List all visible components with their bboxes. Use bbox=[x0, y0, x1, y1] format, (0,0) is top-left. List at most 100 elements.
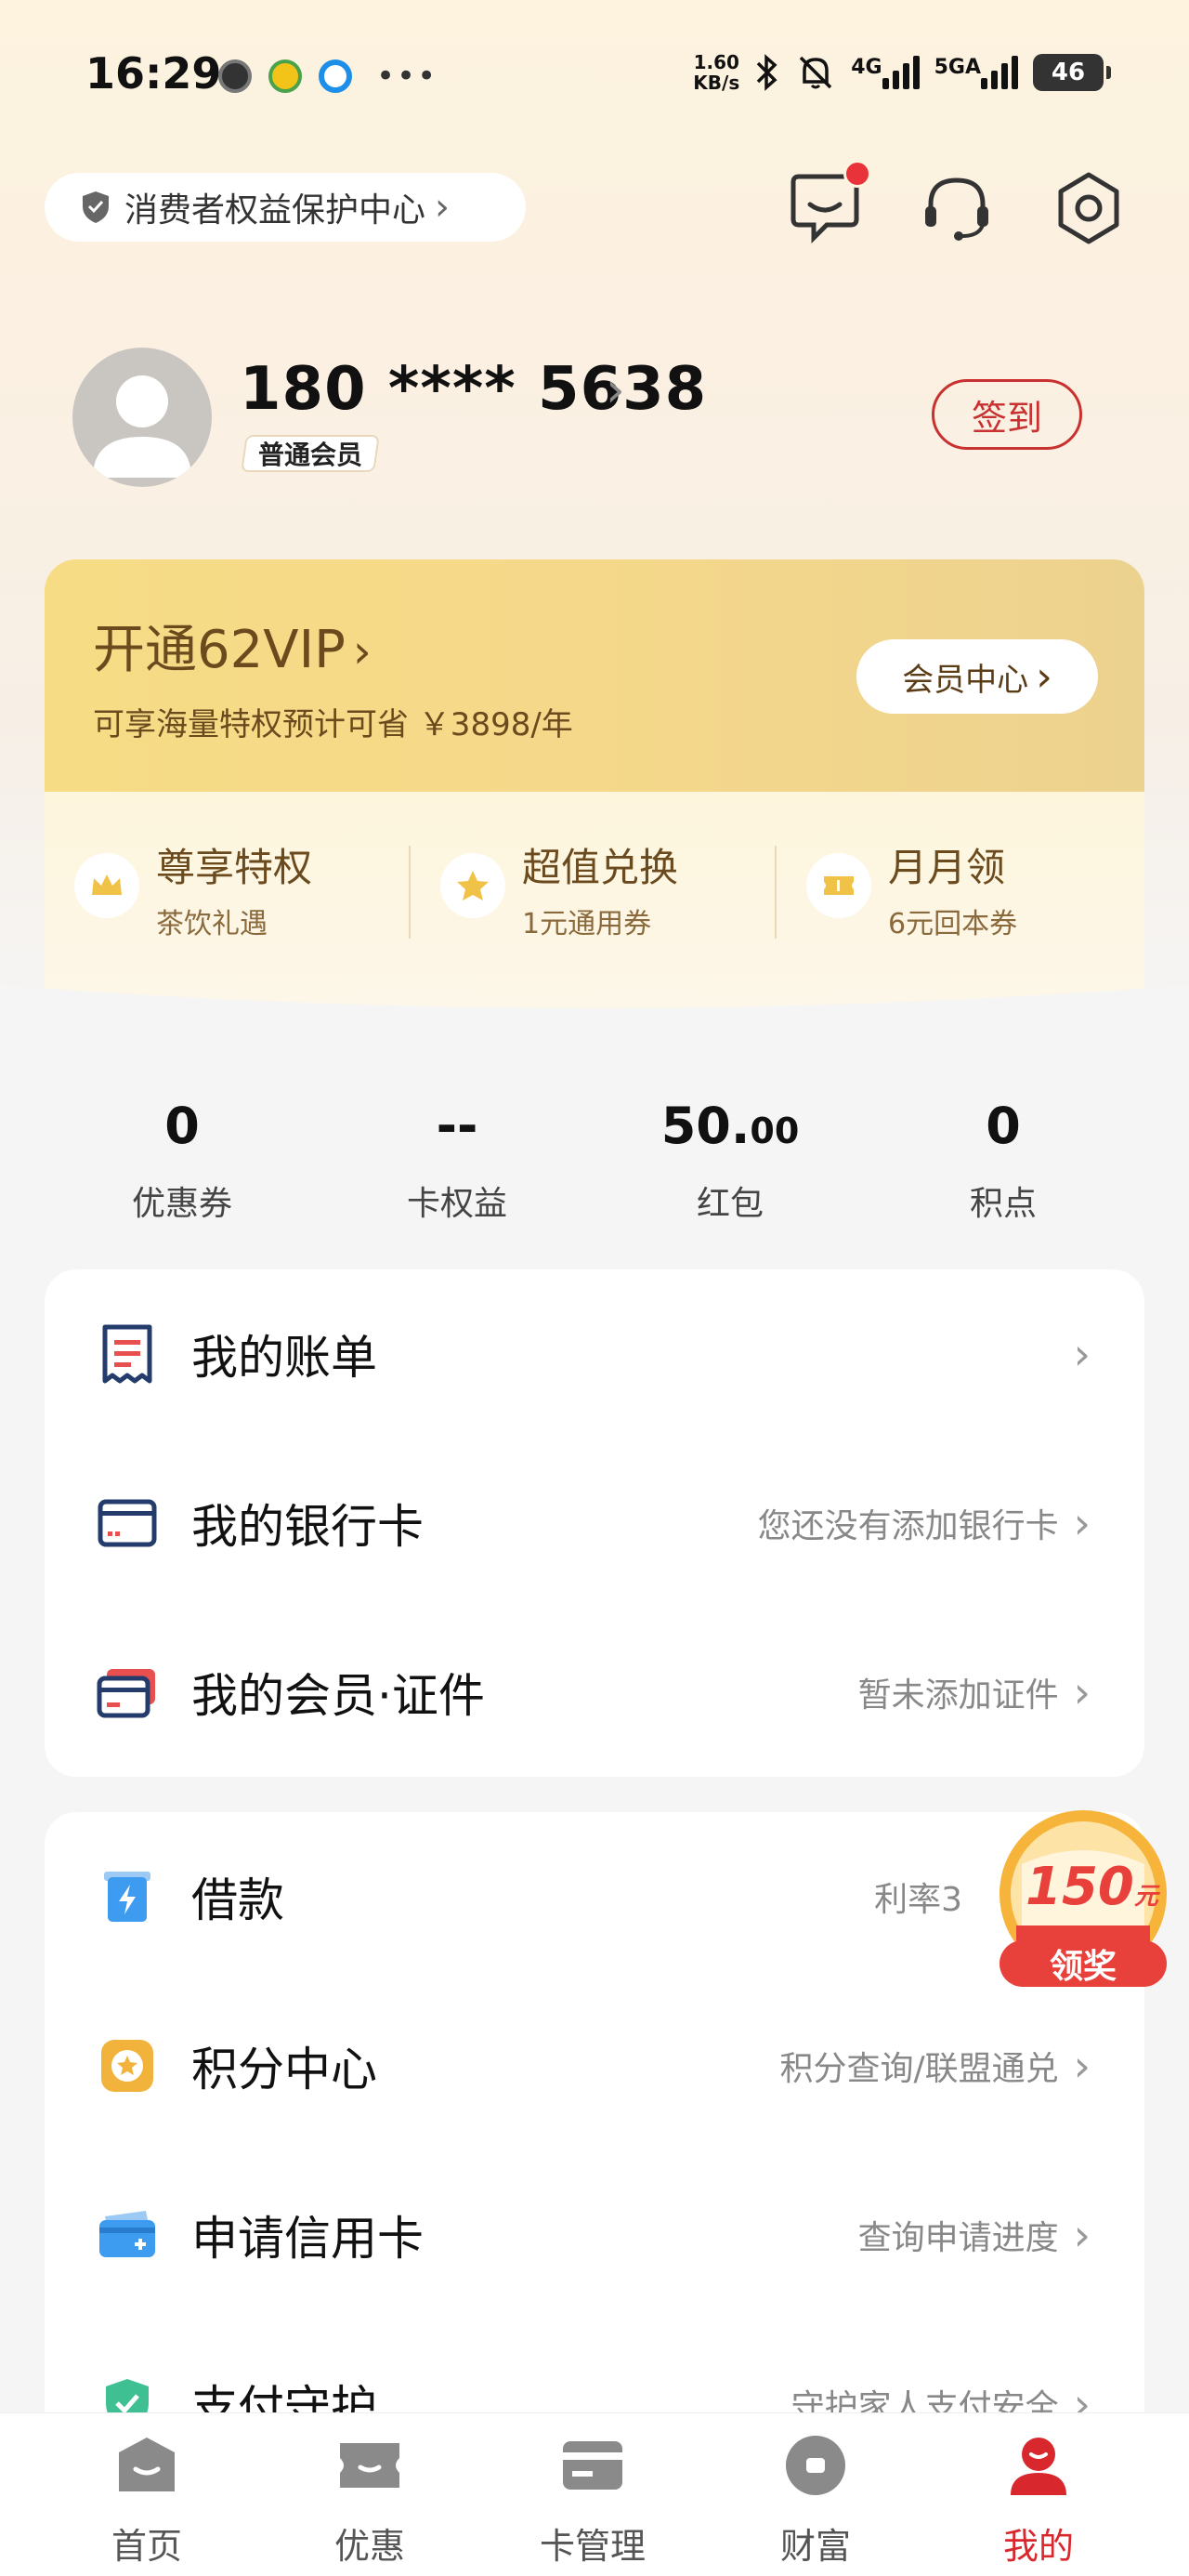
list-item-hint: 查询申请进度 bbox=[857, 2219, 1059, 2257]
award-amount-value: 150 bbox=[1026, 1857, 1134, 1917]
chevron-right-icon[interactable]: › bbox=[606, 362, 625, 418]
stat-value-integer: 50. bbox=[660, 1097, 751, 1155]
chevron-right-icon: › bbox=[435, 186, 451, 229]
tab-mine[interactable]: 我的 bbox=[964, 2432, 1113, 2569]
bank-app-icon bbox=[268, 59, 302, 93]
list-item-right: 您还没有添加银行卡 › bbox=[758, 1498, 1091, 1548]
member-center-label: 会员中心 bbox=[902, 661, 1029, 699]
list-item-credit-card-apply[interactable]: 申请信用卡 查询申请进度 › bbox=[45, 2150, 1144, 2320]
customer-service-icon[interactable] bbox=[918, 169, 996, 247]
speed-value: 1.60 bbox=[693, 51, 739, 73]
tab-offers[interactable]: 优惠 bbox=[295, 2432, 444, 2569]
chevron-right-icon: › bbox=[352, 624, 372, 678]
account-phone[interactable]: 180 **** 5638 bbox=[240, 355, 707, 424]
award-button-label: 领奖 bbox=[1049, 1948, 1117, 1986]
list-item-right: 查询申请进度 › bbox=[858, 2210, 1091, 2260]
tab-home[interactable]: 首页 bbox=[72, 2432, 221, 2569]
wealth-icon bbox=[786, 2436, 845, 2495]
card-icon bbox=[563, 2441, 622, 2490]
list-item-hint: 利率3 bbox=[874, 1881, 962, 1919]
list-item-bank-card[interactable]: 我的银行卡 您还没有添加银行卡 › bbox=[45, 1439, 1144, 1608]
tab-label: 我的 bbox=[1002, 2526, 1074, 2567]
avatar-icon bbox=[93, 375, 191, 478]
list-item-right: 暂未添加证件 › bbox=[858, 1667, 1091, 1717]
chevron-right-icon: › bbox=[1036, 652, 1052, 701]
mute-bell-icon bbox=[799, 56, 832, 89]
list-item-title: 我的会员·证件 bbox=[191, 1669, 485, 1723]
more-notifications-icon: ••• bbox=[376, 58, 438, 95]
tab-wealth[interactable]: 财富 bbox=[741, 2432, 890, 2569]
chevron-right-icon: › bbox=[1073, 1498, 1091, 1548]
shield-icon bbox=[83, 191, 109, 223]
consumer-protection-label: 消费者权益保护中心 bbox=[124, 191, 426, 230]
tab-label: 优惠 bbox=[333, 2526, 405, 2567]
ticket-icon bbox=[806, 853, 871, 918]
stat-value: -- bbox=[436, 1097, 478, 1155]
bottom-tab-bar: 首页 优惠 卡管理 财富 我的 bbox=[0, 2412, 1189, 2576]
stat-label: 红包 bbox=[696, 1185, 764, 1223]
member-center-button[interactable]: 会员中心 › bbox=[856, 639, 1098, 714]
tab-card-management[interactable]: 卡管理 bbox=[518, 2432, 667, 2569]
signal-5g: 5GA bbox=[934, 56, 1018, 89]
stat-label: 卡权益 bbox=[406, 1185, 507, 1223]
net-4g-label: 4G bbox=[851, 56, 882, 79]
loan-icon bbox=[95, 1864, 160, 1929]
perk-title: 月月领 bbox=[888, 845, 1006, 890]
list-item-title: 积分中心 bbox=[191, 2043, 377, 2096]
perk-subtitle: 茶饮礼遇 bbox=[156, 908, 268, 940]
award-button[interactable]: 领奖 bbox=[1000, 1940, 1167, 1987]
list-item-membership-id[interactable]: 我的会员·证件 暂未添加证件 › bbox=[45, 1608, 1144, 1777]
profile-icon bbox=[1011, 2438, 1066, 2495]
avatar[interactable] bbox=[72, 348, 212, 487]
stat-coupons[interactable]: 0 优惠券 bbox=[61, 1097, 303, 1225]
perk-exclusive[interactable]: 尊享特权 茶饮礼遇 bbox=[74, 836, 312, 941]
list-item-title: 我的银行卡 bbox=[191, 1500, 424, 1554]
list-item-hint: 您还没有添加银行卡 bbox=[757, 1507, 1059, 1545]
list-item-bill[interactable]: 我的账单 › bbox=[45, 1269, 1144, 1439]
signal-4g: 4G bbox=[851, 56, 920, 89]
assets-stats: 0 优惠券 -- 卡权益 50.00 红包 0 积点 bbox=[0, 1097, 1189, 1236]
crown-icon bbox=[74, 853, 139, 918]
credit-card-apply-icon bbox=[95, 2202, 160, 2267]
stat-card-benefits[interactable]: -- 卡权益 bbox=[336, 1097, 578, 1225]
member-level-badge: 普通会员 bbox=[241, 435, 380, 472]
browser-app-icon bbox=[319, 59, 352, 93]
bill-icon bbox=[95, 1321, 160, 1387]
divider bbox=[775, 846, 777, 939]
stat-label: 优惠券 bbox=[131, 1185, 232, 1223]
clock-app-icon bbox=[218, 59, 252, 93]
checkin-button[interactable]: 签到 bbox=[932, 379, 1082, 450]
points-icon bbox=[95, 2033, 160, 2098]
perk-exchange[interactable]: 超值兑换 1元通用券 bbox=[440, 836, 678, 941]
services-card: 借款 利率3 积分中心 积分查询/联盟通兑 › 申请信用卡 查询申请进度 › 支付守… bbox=[45, 1812, 1144, 2463]
vip-title[interactable]: 开通62VIP › bbox=[93, 608, 372, 683]
bank-card-icon bbox=[95, 1491, 160, 1556]
divider bbox=[409, 846, 411, 939]
status-time: 16:29 bbox=[85, 48, 222, 99]
list-item-points-center[interactable]: 积分中心 积分查询/联盟通兑 › bbox=[45, 1981, 1144, 2150]
vip-subtitle: 可享海量特权预计可省 ￥3898/年 bbox=[93, 706, 573, 743]
award-badge[interactable]: 150元 领奖 bbox=[990, 1808, 1174, 1991]
chevron-right-icon: › bbox=[1073, 2210, 1091, 2260]
list-item-right: › bbox=[1059, 1329, 1091, 1379]
stat-value-decimal: 00 bbox=[750, 1111, 800, 1151]
list-item-loan[interactable]: 借款 利率3 bbox=[45, 1812, 1144, 1981]
consumer-protection-button[interactable]: 消费者权益保护中心 › bbox=[45, 173, 526, 242]
chevron-right-icon: › bbox=[1073, 1667, 1091, 1717]
perk-monthly[interactable]: 月月领 6元回本券 bbox=[806, 836, 1017, 941]
network-speed: 1.60 KB/s bbox=[693, 52, 739, 93]
list-item-title: 借款 bbox=[191, 1873, 284, 1927]
chevron-right-icon: › bbox=[1073, 2041, 1091, 2091]
vip-card[interactable]: 开通62VIP › 可享海量特权预计可省 ￥3898/年 会员中心 › bbox=[45, 559, 1144, 1015]
tab-label: 卡管理 bbox=[539, 2526, 646, 2567]
stat-value: 0 bbox=[164, 1097, 200, 1155]
battery-icon: 46 bbox=[1033, 54, 1111, 91]
coupon-icon bbox=[340, 2443, 399, 2488]
tab-label: 财富 bbox=[779, 2526, 851, 2567]
stat-points[interactable]: 0 积点 bbox=[882, 1097, 1124, 1225]
status-bar: 16:29 ••• 1.60 KB/s 4G 5GA 46 bbox=[0, 0, 1189, 158]
section-curve bbox=[0, 985, 1189, 1069]
stat-red-packet[interactable]: 50.00 红包 bbox=[609, 1097, 851, 1225]
settings-icon[interactable] bbox=[1050, 169, 1128, 247]
list-item-right: 积分查询/联盟通兑 › bbox=[779, 2041, 1091, 2091]
